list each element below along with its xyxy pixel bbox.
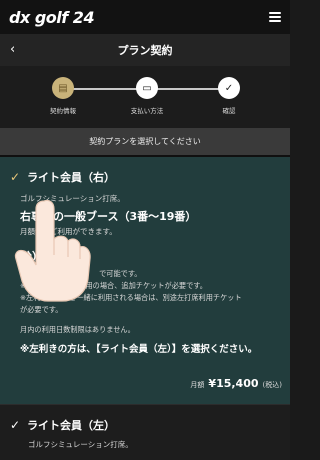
step-label: 支払い方法	[130, 107, 164, 115]
step-contract-info: ▤ 契約情報	[23, 77, 103, 115]
top-bar: dx golf 24	[0, 0, 290, 34]
plan-note: 月内の利用日数制限はありません。	[20, 325, 135, 334]
price-value: ¥15,400	[208, 377, 259, 390]
page-header: ‹ プラン契約	[0, 34, 290, 66]
step-label: 契約情報	[50, 107, 76, 115]
instruction-banner: 契約プランを選択してください	[0, 128, 290, 155]
credit-card-icon: ▭	[136, 77, 158, 99]
page-title: プラン契約	[117, 44, 173, 57]
back-chevron-icon[interactable]: ‹	[10, 42, 15, 57]
step-label: 確認	[222, 107, 236, 115]
progress-stepper: ▤ 契約情報 ▭ 支払い方法 ✓ 確認	[0, 66, 290, 128]
check-icon: ✓	[10, 418, 21, 432]
step-payment: ▭ 支払い方法	[107, 77, 187, 115]
hamburger-menu-icon[interactable]	[269, 12, 281, 22]
left-handed-notice: ※左利きの方は、【ライト会員（左）】を選択ください。	[20, 344, 258, 355]
checkmark-icon: ✓	[218, 77, 240, 99]
plan-description: ゴルフシミュレーション打席。	[28, 440, 133, 449]
pointing-hand-icon	[14, 199, 91, 302]
plan-name: ライト会員（右）	[27, 171, 116, 184]
contract-icon: ▤	[52, 77, 74, 99]
price-label: 月額	[190, 381, 205, 389]
plan-note: が必要です。	[20, 305, 63, 314]
plan-note	[20, 316, 280, 324]
selected-check-icon: ✓	[10, 170, 21, 184]
plan-card-light-left[interactable]: ✓ ライト会員（左） ゴルフシミュレーション打席。	[0, 404, 290, 460]
price-tax: (税込)	[262, 381, 282, 389]
app-logo[interactable]: dx golf 24	[9, 8, 95, 27]
plan-price: 月額 ¥15,400 (税込)	[190, 377, 282, 390]
step-confirm: ✓ 確認	[189, 77, 269, 115]
plan-name: ライト会員（左）	[27, 419, 116, 432]
